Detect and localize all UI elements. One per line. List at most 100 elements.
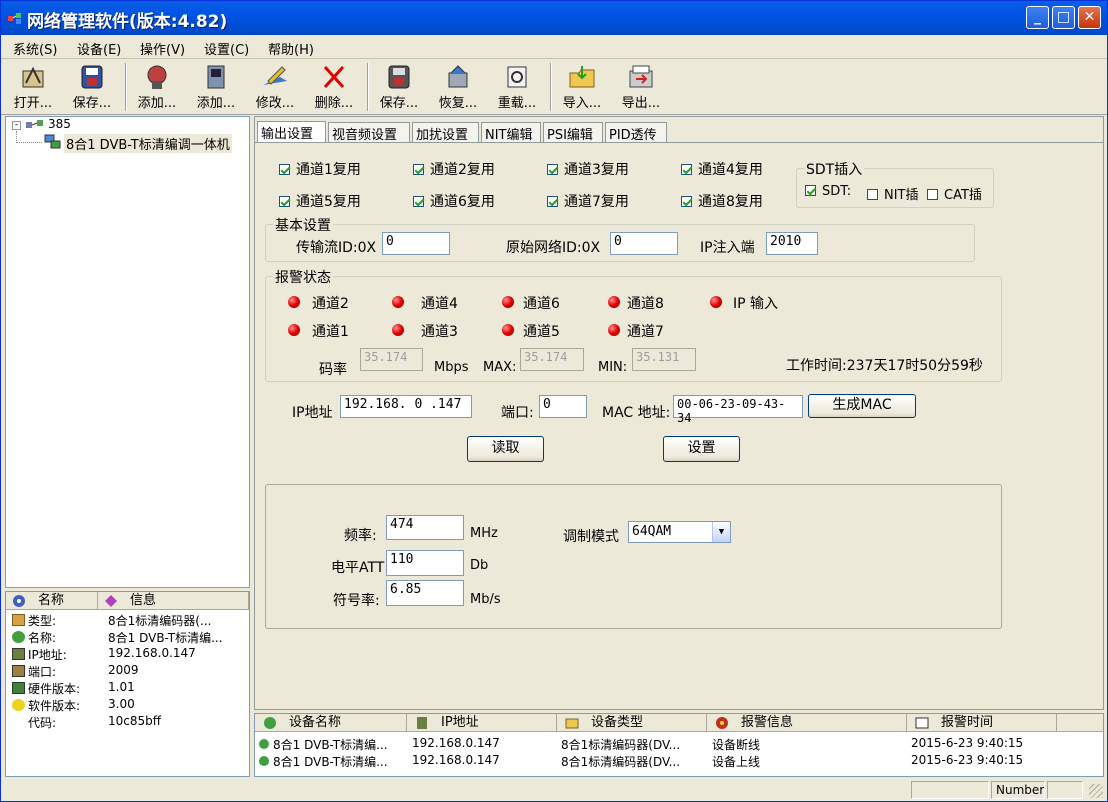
ip-inject-port-input[interactable]: 2010 xyxy=(766,232,818,255)
col-alarm-info-header[interactable]: 报警信息 xyxy=(707,714,907,732)
tree-device-item[interactable]: 8合1 DVB-T标清编调一体机 xyxy=(64,134,232,153)
tree-collapse-toggle[interactable]: - xyxy=(12,121,21,130)
main-window: 网络管理软件(版本:4.82) _ □ ✕ 系统(S) 设备(E) 操作(V) … xyxy=(0,0,1108,802)
att-level-unit: Db xyxy=(470,558,489,573)
restore-button[interactable]: 恢复... xyxy=(430,61,486,113)
checkbox-label: NIT插 xyxy=(884,188,919,203)
device-icon xyxy=(44,134,61,149)
menu-system[interactable]: 系统(S) xyxy=(13,39,57,58)
hardware-icon xyxy=(12,682,25,694)
checkbox-mark xyxy=(413,164,424,175)
resize-grip[interactable] xyxy=(1089,784,1103,798)
ts-id-input[interactable]: 0 xyxy=(382,232,450,255)
tab-nit-edit[interactable]: NIT编辑 xyxy=(481,122,541,143)
col-device-type-header[interactable]: 设备类型 xyxy=(557,714,707,732)
alarm-list[interactable]: 设备名称 IP地址 设备类型 报警信息 报警时间 8合1 DVB-T标清编...… xyxy=(254,713,1104,777)
title-bar[interactable]: 网络管理软件(版本:4.82) _ □ ✕ xyxy=(1,1,1107,35)
symbol-rate-input[interactable]: 6.85 xyxy=(386,580,464,606)
device-info-pane: 名称 信息 类型: 8合1标清编码器(... 名称: 8合1 DVB-T标清编...… xyxy=(5,591,250,777)
info-col-name-header[interactable]: 名称 xyxy=(6,592,98,610)
save-config-button[interactable]: 保存... xyxy=(371,61,427,113)
info-key: 端口: xyxy=(28,665,57,679)
status-bar: Number xyxy=(1,780,1107,801)
info-value: 1.01 xyxy=(108,680,135,694)
channel2-mux-checkbox[interactable]: 通道2复用 xyxy=(413,159,495,179)
modify-button[interactable]: 修改... xyxy=(247,61,303,113)
tab-av-settings[interactable]: 视音频设置 xyxy=(328,122,410,143)
col-device-name-header[interactable]: 设备名称 xyxy=(255,714,407,732)
alarm-row[interactable]: 8合1 DVB-T标清编... 192.168.0.147 8合1标清编码器(D… xyxy=(255,736,1103,753)
alarm-row[interactable]: 8合1 DVB-T标清编... 192.168.0.147 8合1标清编码器(D… xyxy=(255,753,1103,770)
att-level-input[interactable]: 110 xyxy=(386,550,464,576)
info-row-port: 端口: 2009 xyxy=(10,663,250,680)
export-button[interactable]: 导出... xyxy=(613,61,669,113)
menu-settings[interactable]: 设置(C) xyxy=(204,39,249,58)
info-col-info-header[interactable]: 信息 xyxy=(98,592,249,610)
cat-checkbox[interactable]: CAT插 xyxy=(927,184,989,203)
device-tree[interactable]: - 385 8合1 DVB-T标清编调一体机 xyxy=(5,116,250,588)
open-button[interactable]: 打开... xyxy=(5,61,61,113)
channel8-mux-checkbox[interactable]: 通道8复用 xyxy=(681,191,763,211)
reload-label: 重载... xyxy=(497,96,537,111)
delete-button[interactable]: 删除... xyxy=(306,61,362,113)
network-app-icon xyxy=(8,13,21,24)
read-button[interactable]: 读取 xyxy=(467,436,544,462)
network-id-input[interactable]: 0 xyxy=(610,232,678,255)
col-alarm-time-header[interactable]: 报警时间 xyxy=(907,714,1057,732)
reload-icon xyxy=(507,66,527,88)
minimize-button[interactable]: _ xyxy=(1026,6,1049,29)
add-group-button[interactable]: 添加... xyxy=(188,61,244,113)
tab-output-settings[interactable]: 输出设置 xyxy=(257,121,326,143)
channel7-mux-checkbox[interactable]: 通道7复用 xyxy=(547,191,629,211)
save-button[interactable]: 保存... xyxy=(64,61,120,113)
max-label: MAX: xyxy=(483,360,517,375)
ip-input-alarm-led xyxy=(710,296,722,308)
alarm-time: 2015-6-23 9:40:15 xyxy=(911,753,1024,767)
col-ip-header[interactable]: IP地址 xyxy=(407,714,557,732)
menu-bar: 系统(S) 设备(E) 操作(V) 设置(C) 帮助(H) xyxy=(1,35,1107,59)
frequency-input[interactable]: 474 xyxy=(386,515,464,540)
close-button[interactable]: ✕ xyxy=(1078,6,1101,29)
ip-address-input[interactable]: 192.168. 0 .147 xyxy=(340,395,472,418)
modulation-select[interactable]: 64QAM ▼ xyxy=(628,521,731,543)
bitrate-value: 35.174 xyxy=(360,348,423,371)
tab-psi-edit[interactable]: PSI编辑 xyxy=(543,122,603,143)
dropdown-arrow-icon[interactable]: ▼ xyxy=(712,522,730,542)
open-label: 打开... xyxy=(13,96,53,111)
checkbox-label: CAT插 xyxy=(944,188,982,203)
channel3-mux-checkbox[interactable]: 通道3复用 xyxy=(547,159,629,179)
alarm-ip: 192.168.0.147 xyxy=(412,753,500,767)
menu-operation[interactable]: 操作(V) xyxy=(140,39,185,58)
sdt-checkbox[interactable]: SDT: xyxy=(805,184,851,199)
channel5-mux-checkbox[interactable]: 通道5复用 xyxy=(279,191,361,211)
mac-address-input[interactable]: 00-06-23-09-43-34 xyxy=(673,395,803,425)
max-value: 35.174 xyxy=(520,348,584,371)
alarm-device-name: 8合1 DVB-T标清编... xyxy=(273,738,388,752)
info-key: 名称: xyxy=(28,631,57,645)
tab-scramble-settings[interactable]: 加扰设置 xyxy=(412,122,479,143)
nit-checkbox[interactable]: NIT插 xyxy=(867,184,923,203)
info-key: 软件版本: xyxy=(28,699,81,713)
bitrate-unit: Mbps xyxy=(434,360,469,375)
info-value: 10c85bff xyxy=(108,714,162,728)
status-panel-extra xyxy=(1047,781,1083,799)
info-col-info-label: 信息 xyxy=(130,593,157,608)
info-row-ip: IP地址: 192.168.0.147 xyxy=(10,646,250,663)
import-button[interactable]: 导入... xyxy=(554,61,610,113)
port-input[interactable]: 0 xyxy=(539,395,587,418)
channel1-mux-checkbox[interactable]: 通道1复用 xyxy=(279,159,361,179)
set-button[interactable]: 设置 xyxy=(663,436,740,462)
header-label: IP地址 xyxy=(441,715,479,730)
add-device-button[interactable]: 添加... xyxy=(129,61,185,113)
maximize-button[interactable]: □ xyxy=(1052,6,1075,29)
channel4-mux-checkbox[interactable]: 通道4复用 xyxy=(681,159,763,179)
menu-help[interactable]: 帮助(H) xyxy=(268,39,314,58)
channel6-mux-checkbox[interactable]: 通道6复用 xyxy=(413,191,495,211)
tab-pid-passthrough[interactable]: PID透传 xyxy=(605,122,667,143)
tree-root[interactable]: 385 xyxy=(48,117,71,131)
reload-button[interactable]: 重载... xyxy=(489,61,545,113)
generate-mac-button[interactable]: 生成MAC xyxy=(808,394,916,418)
status-panel-empty xyxy=(911,781,989,799)
menu-device[interactable]: 设备(E) xyxy=(77,39,121,58)
restore-icon xyxy=(448,65,468,88)
